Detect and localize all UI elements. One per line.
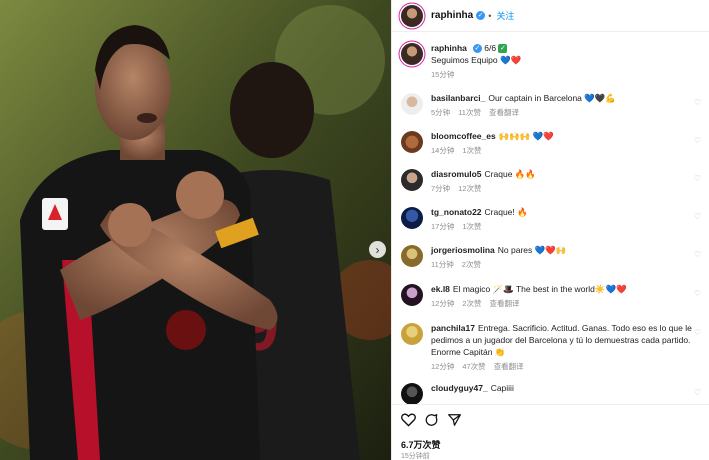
post-caption: raphinha ✓ 6/6 ✓ Seguimos Equipo 💙❤️ 15分钟 (401, 42, 701, 80)
commenter-avatar[interactable] (401, 245, 423, 267)
comment-item: tg_nonato22 Craque! 🔥 17分钟 1次赞 ♡ (401, 206, 701, 232)
comment-like-heart-icon[interactable]: ♡ (694, 174, 701, 183)
share-icon[interactable] (447, 413, 462, 427)
post-actions-bar: 6.7万次赞 15分钟前 (392, 404, 709, 460)
comment-time: 7分钟 (431, 184, 451, 193)
player-photo-illustration: 9 (0, 0, 391, 460)
author-avatar[interactable] (401, 4, 423, 27)
chevron-right-icon: › (375, 242, 380, 257)
comment-likes[interactable]: 1次赞 (462, 146, 481, 155)
comment-item: cloudyguy47_ Capiiii ♡ (401, 382, 701, 404)
comment-likes[interactable]: 12次赞 (458, 184, 481, 193)
comment-like-heart-icon[interactable]: ♡ (694, 250, 701, 259)
check-icon: ✓ (498, 44, 508, 54)
comment-text: 🙌🙌🙌 💙❤️ (498, 131, 554, 141)
separator-dot: • (488, 10, 492, 21)
caption-avatar[interactable] (401, 43, 423, 65)
comment-like-heart-icon[interactable]: ♡ (694, 388, 701, 397)
comments-list[interactable]: raphinha ✓ 6/6 ✓ Seguimos Equipo 💙❤️ 15分钟… (392, 36, 709, 404)
comment-time: 12分钟 (431, 362, 455, 371)
comment-text: No pares 💙❤️🙌 (497, 245, 567, 255)
comment-item: diasromulo5 Craque 🔥🔥 7分钟 12次赞 ♡ (401, 168, 701, 194)
comment-likes[interactable]: 2次赞 (462, 299, 481, 308)
comment-time: 5分钟 (431, 108, 451, 117)
commenter-avatar[interactable] (401, 284, 423, 306)
comment-text: Craque! 🔥 (484, 207, 528, 217)
comment-like-heart-icon[interactable]: ♡ (694, 212, 701, 221)
comment-item: jorgeriosmolina No pares 💙❤️🙌 11分钟 2次赞 ♡ (401, 244, 701, 270)
follow-button[interactable]: 关注 (496, 9, 514, 22)
comment-username[interactable]: jorgeriosmolina (431, 245, 495, 255)
commenter-avatar[interactable] (401, 169, 423, 191)
comment-username[interactable]: ek.l8 (431, 284, 450, 294)
comment-time: 11分钟 (431, 260, 454, 269)
comment-like-heart-icon[interactable]: ♡ (694, 98, 701, 107)
comment-like-heart-icon[interactable]: ♡ (694, 328, 701, 337)
comment-likes[interactable]: 1次赞 (462, 222, 481, 231)
comment-username[interactable]: panchila17 (431, 323, 475, 333)
comment-text: Craque 🔥🔥 (484, 169, 536, 179)
comment-item: ek.l8 El magico 🪄🎩 The best in the world☀… (401, 283, 701, 309)
caption-time: 15分钟 (431, 70, 455, 79)
heart-icon[interactable] (401, 413, 416, 427)
post-header: raphinha ✓ • 关注 (392, 0, 709, 32)
caption-username[interactable]: raphinha (431, 43, 467, 53)
comment-time: 17分钟 (431, 222, 455, 231)
author-username[interactable]: raphinha (431, 10, 473, 21)
comment-like-heart-icon[interactable]: ♡ (694, 289, 701, 298)
verified-badge-icon: ✓ (476, 11, 486, 20)
comment-icon[interactable] (424, 413, 439, 427)
next-photo-button[interactable]: › (369, 241, 386, 258)
comment-text: Our captain in Barcelona 💙🖤💪 (488, 93, 617, 103)
commenter-avatar[interactable] (401, 131, 423, 153)
caption-text: Seguimos Equipo 💙❤️ (431, 55, 522, 65)
comment-likes[interactable]: 47次赞 (462, 362, 485, 371)
translate-link[interactable]: 查看翻译 (494, 362, 524, 371)
commenter-avatar[interactable] (401, 383, 423, 404)
comment-item: bloomcoffee_es 🙌🙌🙌 💙❤️ 14分钟 1次赞 ♡ (401, 130, 701, 156)
comment-time: 12分钟 (431, 299, 455, 308)
comment-like-heart-icon[interactable]: ♡ (694, 136, 701, 145)
comment-item: basilanbarci_ Our captain in Barcelona 💙🖤… (401, 92, 701, 118)
comment-item: panchila17 Entrega. Sacrificio. Actitud. … (401, 322, 701, 372)
translate-link[interactable]: 查看翻译 (490, 299, 520, 308)
comment-username[interactable]: basilanbarci_ (431, 93, 485, 103)
comment-username[interactable]: bloomcoffee_es (431, 131, 496, 141)
post-photo[interactable]: 9 › (0, 0, 391, 460)
post-sidebar: raphinha ✓ • 关注 raphinha ✓ 6/6 ✓ Seguimos… (391, 0, 709, 460)
comment-username[interactable]: tg_nonato22 (431, 207, 482, 217)
likes-count[interactable]: 6.7万次赞 (401, 438, 441, 451)
verified-badge-icon: ✓ (472, 44, 482, 54)
comment-likes[interactable]: 11次赞 (458, 108, 481, 117)
comment-time: 14分钟 (431, 146, 455, 155)
comment-text: El magico 🪄🎩 The best in the world☀️💙❤️ (452, 284, 627, 294)
post-time: 15分钟前 (401, 453, 430, 460)
commenter-avatar[interactable] (401, 207, 423, 229)
caption-date: 6/6 (484, 43, 497, 53)
comment-text: Capiiii (490, 383, 514, 393)
comment-likes[interactable]: 2次赞 (462, 260, 481, 269)
translate-link[interactable]: 查看翻译 (489, 108, 519, 117)
comment-username[interactable]: cloudyguy47_ (431, 383, 488, 393)
commenter-avatar[interactable] (401, 93, 423, 115)
comment-username[interactable]: diasromulo5 (431, 169, 482, 179)
commenter-avatar[interactable] (401, 323, 423, 345)
